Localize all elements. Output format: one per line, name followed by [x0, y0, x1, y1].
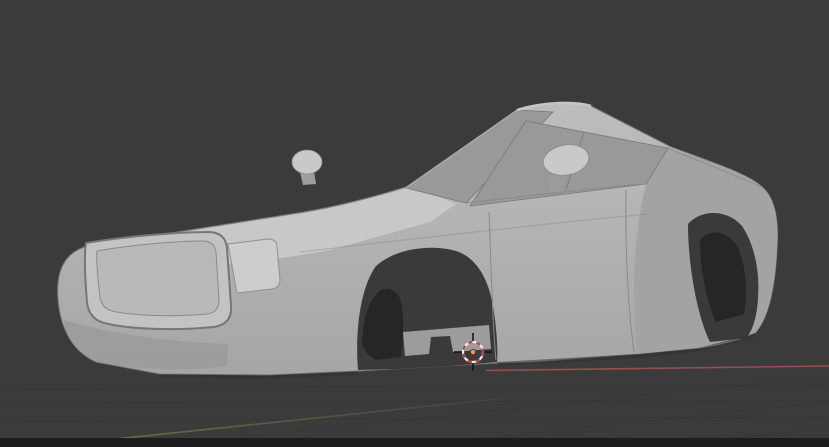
bottom-editor-strip[interactable]: [0, 438, 829, 447]
3d-cursor-center-dot: [469, 348, 477, 356]
blender-3d-viewport[interactable]: [0, 0, 829, 447]
car-headlight: [227, 238, 281, 294]
far-mirror-housing: [291, 149, 323, 175]
car-grille-inner: [96, 240, 220, 317]
viewport-canvas[interactable]: [0, 0, 829, 447]
